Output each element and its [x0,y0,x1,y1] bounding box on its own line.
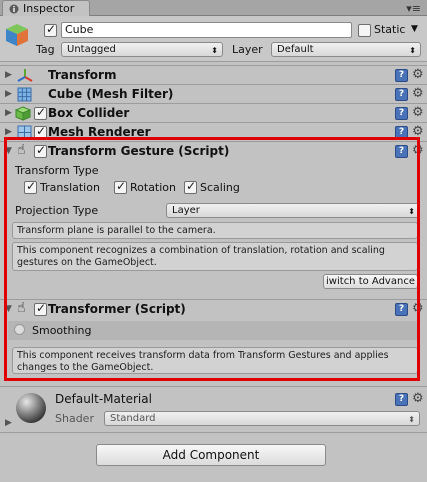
gear-icon[interactable]: ⚙ [412,392,424,405]
mesh-filter-icon [17,87,32,102]
enabled-checkbox[interactable] [34,124,47,139]
static-checkbox[interactable] [358,24,371,37]
box-collider-icon [15,106,31,121]
shader-value: Standard [110,413,156,424]
help-icon[interactable]: ? [395,303,408,316]
scaling-label: Scaling [200,181,240,194]
foldout-arrow-icon[interactable]: ▶ [5,127,12,137]
smoothing-toggle[interactable] [14,324,25,335]
shader-label: Shader [55,412,94,425]
info-icon [9,4,19,14]
help-icon[interactable]: ? [395,107,408,120]
gear-icon[interactable]: ⚙ [412,125,424,138]
projection-type-label: Projection Type [15,204,99,217]
static-dropdown-arrow-icon[interactable]: ▼ [411,24,418,34]
component-title: Transform [48,68,117,82]
component-box-collider[interactable]: ▶ Box Collider ? ⚙ [0,103,427,122]
foldout-arrow-open-icon[interactable]: ▼ [5,146,12,156]
active-checkbox[interactable] [44,22,57,37]
transform-axes-icon [17,69,33,82]
component-mesh-renderer[interactable]: ▶ Mesh Renderer ? ⚙ [0,122,427,141]
foldout-arrow-icon[interactable]: ▶ [5,108,12,118]
shader-dropdown[interactable]: Standard ⬍ [104,411,420,426]
rotation-checkbox[interactable] [114,179,127,194]
chevron-updown-icon: ⬍ [211,46,218,55]
layer-label: Layer [232,43,263,56]
hand-icon: ☝ [17,142,26,158]
gear-icon[interactable]: ⚙ [412,106,424,119]
component-title: Cube (Mesh Filter) [48,87,174,101]
component-title: Transform Gesture (Script) [48,144,230,158]
foldout-arrow-open-icon[interactable]: ▼ [5,304,12,314]
component-title: Box Collider [48,106,130,120]
mesh-renderer-icon [17,125,32,140]
projection-type-value: Layer [172,205,200,216]
layer-value: Default [277,44,314,55]
component-title: Transformer (Script) [48,302,186,316]
smoothing-label: Smoothing [32,324,92,337]
rotation-label: Rotation [130,181,177,194]
enabled-checkbox[interactable] [34,143,47,158]
enabled-checkbox[interactable] [34,105,47,120]
foldout-arrow-icon[interactable]: ▶ [5,89,12,99]
gear-icon[interactable]: ⚙ [412,144,424,157]
tab-inspector[interactable]: Inspector [2,0,90,16]
info-box-description: This component recognizes a combination … [12,242,418,271]
help-icon[interactable]: ? [395,88,408,101]
translation-checkbox[interactable] [24,179,37,194]
tab-label: Inspector [23,2,75,15]
gear-icon[interactable]: ⚙ [412,87,424,100]
cube-icon [6,24,28,46]
foldout-arrow-icon[interactable]: ▶ [5,418,12,428]
smoothing-row[interactable]: Smoothing [8,321,418,340]
info-box-transformer: This component receives transform data f… [12,347,418,374]
help-icon[interactable]: ? [395,126,408,139]
tag-label: Tag [36,43,55,56]
gear-icon[interactable]: ⚙ [412,68,424,81]
component-transform-gesture[interactable]: ▼ ☝ Transform Gesture (Script) ? ⚙ [0,141,427,160]
component-transformer[interactable]: ▼ ☝ Transformer (Script) ? ⚙ [0,299,427,318]
material-sphere-icon [16,393,46,423]
hand-icon: ☝ [17,300,26,316]
layer-dropdown[interactable]: Default ⬍ [271,42,421,57]
component-mesh-filter[interactable]: ▶ Cube (Mesh Filter) ? ⚙ [0,84,427,103]
info-box-plane: Transform plane is parallel to the camer… [12,222,418,239]
component-transform[interactable]: ▶ Transform ? ⚙ [0,65,427,84]
material-name: Default-Material [55,392,152,406]
panel-menu-icon[interactable]: ▾≡ [406,2,421,15]
help-icon[interactable]: ? [395,69,408,82]
help-icon[interactable]: ? [395,393,408,406]
chevron-updown-icon: ⬍ [409,46,416,55]
foldout-arrow-icon[interactable]: ▶ [5,70,12,80]
chevron-updown-icon: ⬍ [408,415,415,424]
tag-dropdown[interactable]: Untagged ⬍ [61,42,223,57]
enabled-checkbox[interactable] [34,301,47,316]
gear-icon[interactable]: ⚙ [412,302,424,315]
switch-to-advanced-button[interactable]: iwitch to Advance [323,274,418,289]
add-component-button[interactable]: Add Component [96,444,326,466]
projection-type-dropdown[interactable]: Layer ⬍ [166,203,420,218]
help-icon[interactable]: ? [395,145,408,158]
static-label: Static [374,23,406,36]
component-title: Mesh Renderer [48,125,151,139]
transform-type-label: Transform Type [15,164,99,177]
divider [0,432,427,433]
chevron-updown-icon: ⬍ [408,207,415,216]
object-name-field[interactable]: Cube [61,22,352,38]
tag-value: Untagged [67,44,116,55]
scaling-checkbox[interactable] [184,179,197,194]
translation-label: Translation [40,181,100,194]
